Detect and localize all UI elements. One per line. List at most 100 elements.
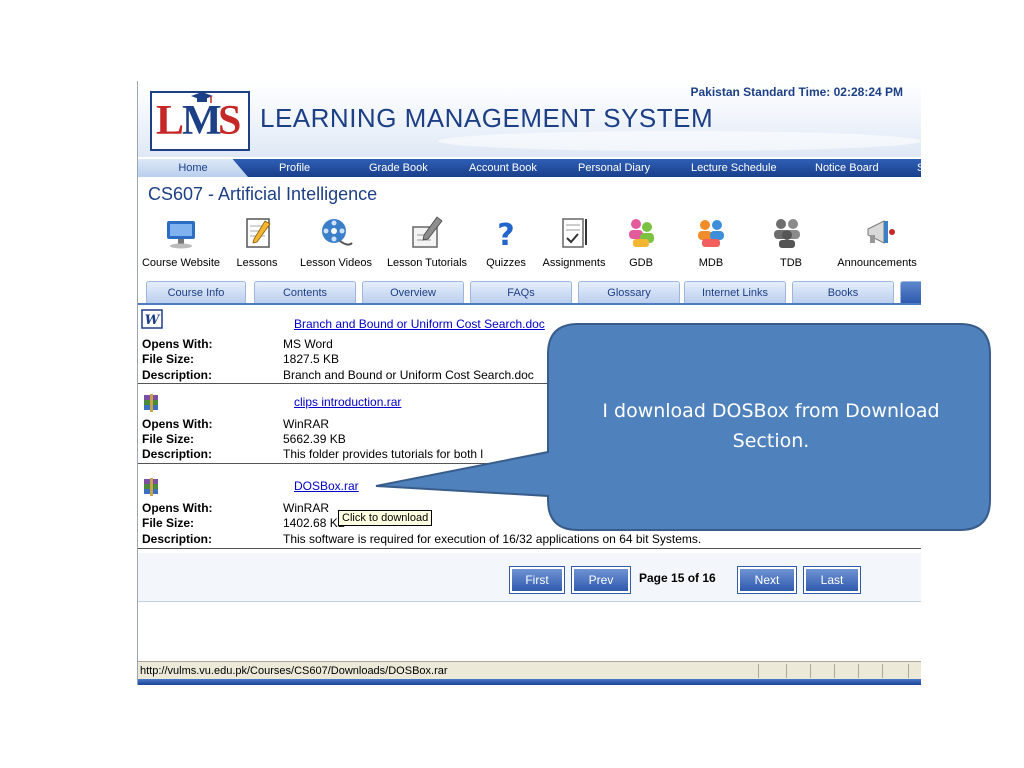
file-size-value: 5662.39 KB — [283, 432, 346, 446]
file-size-value: 1402.68 KB — [283, 516, 346, 530]
nav-notice-board[interactable]: Notice Board — [815, 159, 879, 177]
site-header: L M S LEARNING MANAGEMENT SYSTEM Pakista… — [138, 81, 921, 157]
file-size-label: File Size: — [142, 352, 195, 366]
server-clock: Pakistan Standard Time: 02:28:24 PM — [690, 85, 903, 99]
nav-home[interactable]: Home — [138, 159, 248, 177]
monitor-icon — [167, 221, 195, 249]
status-segment — [810, 664, 811, 678]
svg-text:W: W — [145, 313, 161, 328]
next-page-button[interactable]: Next — [738, 567, 796, 593]
tool-tdb[interactable]: TDB — [766, 211, 816, 273]
tab-overview[interactable]: Overview — [362, 281, 464, 303]
logo-letter-s: S — [218, 98, 242, 144]
nav-account-book[interactable]: Account Book — [469, 159, 537, 177]
opens-with-label: Opens With: — [142, 501, 213, 515]
browser-status-bar: http://vulms.vu.edu.pk/Courses/CS607/Dow… — [138, 661, 921, 680]
file-size-label: File Size: — [142, 516, 195, 530]
callout-text: I download DOSBox from Download Section. — [602, 400, 940, 452]
word-doc-icon: W — [141, 309, 163, 329]
megaphone-icon — [867, 220, 895, 244]
tab-faqs[interactable]: FAQs — [470, 281, 572, 303]
tab-downloads[interactable] — [900, 281, 921, 303]
content-tabs: Course Info Contents Overview FAQs Gloss… — [138, 281, 921, 305]
dosbox-download-link[interactable]: DOSBox.rar — [294, 479, 359, 493]
status-segment — [834, 664, 835, 678]
opens-with-label: Opens With: — [142, 417, 213, 431]
description-label: Description: — [142, 532, 213, 546]
tool-mdb[interactable]: MDB — [686, 211, 736, 273]
lms-logo[interactable]: L M S — [150, 91, 250, 151]
divider — [138, 548, 921, 549]
description-label: Description: — [142, 368, 213, 382]
tool-label: Assignments — [542, 257, 606, 269]
question-icon: ? — [497, 218, 514, 251]
tool-lesson-tutorials[interactable]: Lesson Tutorials — [382, 211, 472, 273]
tool-label: MDB — [698, 257, 724, 269]
group-icon — [698, 220, 724, 247]
status-segment — [858, 664, 859, 678]
status-segment — [908, 664, 909, 678]
nav-home-label: Home — [178, 162, 208, 174]
download-tooltip: Click to download — [338, 510, 433, 526]
tool-announcements[interactable]: Announcements — [834, 211, 920, 273]
graduation-cap-icon — [191, 92, 213, 103]
opens-with-value: WinRAR — [283, 417, 330, 431]
nav-more[interactable]: S — [917, 159, 921, 177]
header-swoosh — [438, 131, 921, 151]
description-label: Description: — [142, 447, 213, 461]
nav-lecture-schedule[interactable]: Lecture Schedule — [691, 159, 777, 177]
browser-window: L M S LEARNING MANAGEMENT SYSTEM Pakista… — [137, 81, 921, 685]
tool-course-website[interactable]: Course Website — [138, 211, 224, 273]
notepad-icon — [246, 218, 271, 248]
group-gray-icon — [774, 219, 800, 248]
divider — [138, 463, 921, 464]
tool-label: Announcements — [837, 257, 917, 269]
opens-with-label: Opens With: — [142, 337, 213, 351]
opens-with-value: MS Word — [283, 337, 333, 351]
system-title: LEARNING MANAGEMENT SYSTEM — [260, 103, 714, 133]
tab-contents[interactable]: Contents — [254, 281, 356, 303]
course-toolbar: Course Website Lessons Lesson Videos Les… — [138, 211, 921, 273]
description-value: This software is required for execution … — [283, 532, 702, 546]
group-icon — [629, 219, 654, 247]
tool-label: Lessons — [236, 257, 278, 269]
first-page-button[interactable]: First — [510, 567, 564, 593]
nav-grade-book[interactable]: Grade Book — [369, 159, 428, 177]
nav-profile[interactable]: Profile — [279, 159, 310, 177]
opens-with-value: WinRAR — [283, 501, 330, 515]
tab-internet-links[interactable]: Internet Links — [684, 281, 786, 303]
description-value: Branch and Bound or Uniform Cost Search.… — [283, 368, 534, 382]
status-url: http://vulms.vu.edu.pk/Courses/CS607/Dow… — [140, 665, 448, 677]
tab-books[interactable]: Books — [792, 281, 894, 303]
tool-quizzes[interactable]: ? Quizzes — [482, 211, 530, 273]
status-segment — [786, 664, 787, 678]
winrar-icon — [144, 478, 158, 496]
tool-label: Course Website — [141, 257, 221, 269]
document-pencil-icon — [412, 216, 443, 248]
taskbar-strip — [138, 679, 921, 685]
nav-personal-diary[interactable]: Personal Diary — [578, 159, 650, 177]
tool-label: Lesson Tutorials — [386, 257, 468, 269]
prev-page-button[interactable]: Prev — [572, 567, 630, 593]
status-segment — [882, 664, 883, 678]
description-value: This folder provides tutorials for both … — [283, 447, 484, 461]
file-size-value: 1827.5 KB — [283, 352, 340, 366]
main-nav: Home Profile Grade Book Account Book Per… — [138, 159, 921, 177]
logo-letter-l: L — [156, 98, 185, 144]
file-size-label: File Size: — [142, 432, 195, 446]
tool-assignments[interactable]: Assignments — [538, 211, 610, 273]
last-page-button[interactable]: Last — [804, 567, 860, 593]
tool-lesson-videos[interactable]: Lesson Videos — [296, 211, 376, 273]
tab-glossary[interactable]: Glossary — [578, 281, 680, 303]
tool-label: GDB — [629, 257, 653, 269]
tool-label: TDB — [780, 257, 802, 269]
tool-gdb[interactable]: GDB — [616, 211, 666, 273]
divider — [138, 383, 921, 384]
file-link[interactable]: Branch and Bound or Uniform Cost Search.… — [294, 317, 545, 331]
assignment-icon — [562, 218, 587, 248]
pagination-bar: First Prev Page 15 of 16 Next Last — [138, 553, 921, 602]
page-indicator: Page 15 of 16 — [639, 571, 716, 585]
file-link[interactable]: clips introduction.rar — [294, 395, 401, 409]
tab-course-info[interactable]: Course Info — [146, 281, 246, 303]
tool-lessons[interactable]: Lessons — [233, 211, 281, 273]
